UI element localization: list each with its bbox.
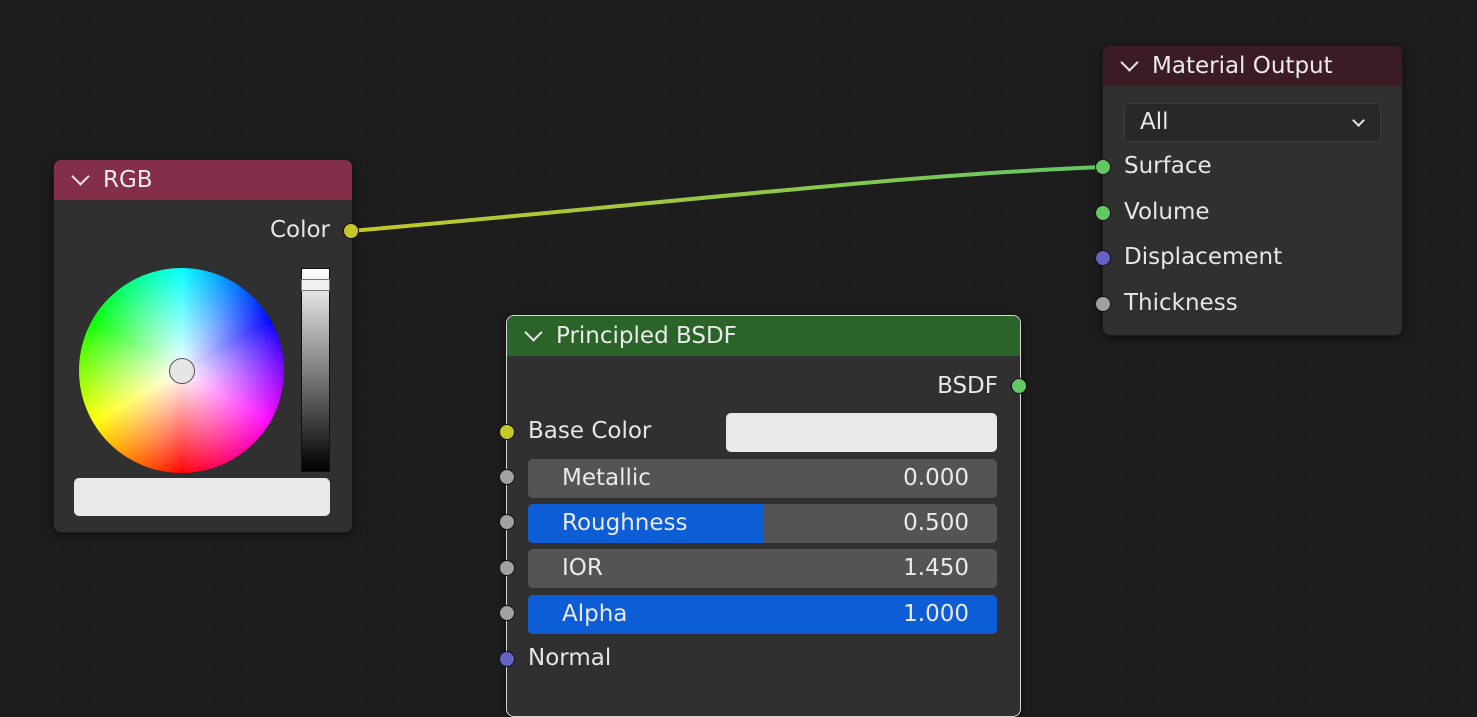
bsdf-node-title: Principled BSDF [556, 323, 737, 349]
slider-value: 1.450 [903, 555, 969, 581]
color-swatch[interactable] [74, 478, 330, 516]
socket-base-color-input[interactable] [499, 424, 515, 440]
alpha-slider[interactable]: Alpha 1.000 [528, 595, 997, 634]
bsdf-output-label: BSDF [937, 373, 998, 399]
displacement-input-label: Displacement [1124, 244, 1283, 270]
bsdf-node-header[interactable]: Principled BSDF [507, 316, 1020, 356]
collapse-chevron-icon[interactable] [1120, 52, 1139, 72]
target-dropdown[interactable]: All [1124, 103, 1381, 142]
socket-roughness-input[interactable] [499, 514, 515, 530]
socket-surface-input[interactable] [1095, 159, 1111, 175]
socket-displacement-input[interactable] [1095, 250, 1111, 266]
collapse-chevron-icon[interactable] [524, 322, 543, 342]
slider-label: Alpha [562, 601, 628, 627]
collapse-chevron-icon[interactable] [71, 166, 90, 186]
base-color-label: Base Color [528, 418, 652, 444]
surface-input-label: Surface [1124, 153, 1212, 179]
value-slider[interactable] [301, 268, 330, 472]
material-output-node[interactable]: Material Output All Surface Volume Displ… [1102, 45, 1403, 336]
link-color-to-surface[interactable] [350, 165, 1104, 233]
color-wheel-handle[interactable] [169, 358, 195, 384]
roughness-slider[interactable]: Roughness 0.500 [528, 504, 997, 543]
rgb-node-header[interactable]: RGB [54, 160, 352, 200]
slider-value: 1.000 [903, 601, 969, 627]
thickness-input-label: Thickness [1124, 290, 1238, 316]
normal-label: Normal [528, 645, 612, 671]
principled-bsdf-node[interactable]: Principled BSDF BSDF Base Color Metallic… [506, 315, 1021, 717]
socket-normal-input[interactable] [499, 651, 515, 667]
output-node-title: Material Output [1152, 53, 1333, 79]
base-color-swatch[interactable] [726, 413, 997, 452]
socket-alpha-input[interactable] [499, 605, 515, 621]
rgb-node-title: RGB [103, 167, 153, 193]
color-output-label: Color [269, 217, 330, 243]
socket-thickness-input[interactable] [1095, 296, 1111, 312]
socket-volume-input[interactable] [1095, 205, 1111, 221]
socket-ior-input[interactable] [499, 560, 515, 576]
slider-value: 0.000 [903, 465, 969, 491]
target-dropdown-value: All [1140, 109, 1169, 135]
slider-label: IOR [562, 555, 603, 581]
socket-rgb-color-output[interactable] [343, 223, 359, 239]
rgb-node[interactable]: RGB Color [53, 159, 353, 533]
ior-slider[interactable]: IOR 1.450 [528, 549, 997, 588]
slider-value: 0.500 [903, 510, 969, 536]
slider-label: Roughness [562, 510, 688, 536]
volume-input-label: Volume [1124, 199, 1210, 225]
chevron-down-icon [1352, 114, 1365, 127]
slider-label: Metallic [562, 465, 651, 491]
value-slider-handle[interactable] [301, 279, 330, 291]
socket-bsdf-output[interactable] [1011, 378, 1027, 394]
socket-metallic-input[interactable] [499, 469, 515, 485]
metallic-slider[interactable]: Metallic 0.000 [528, 459, 997, 498]
output-node-header[interactable]: Material Output [1103, 46, 1402, 86]
